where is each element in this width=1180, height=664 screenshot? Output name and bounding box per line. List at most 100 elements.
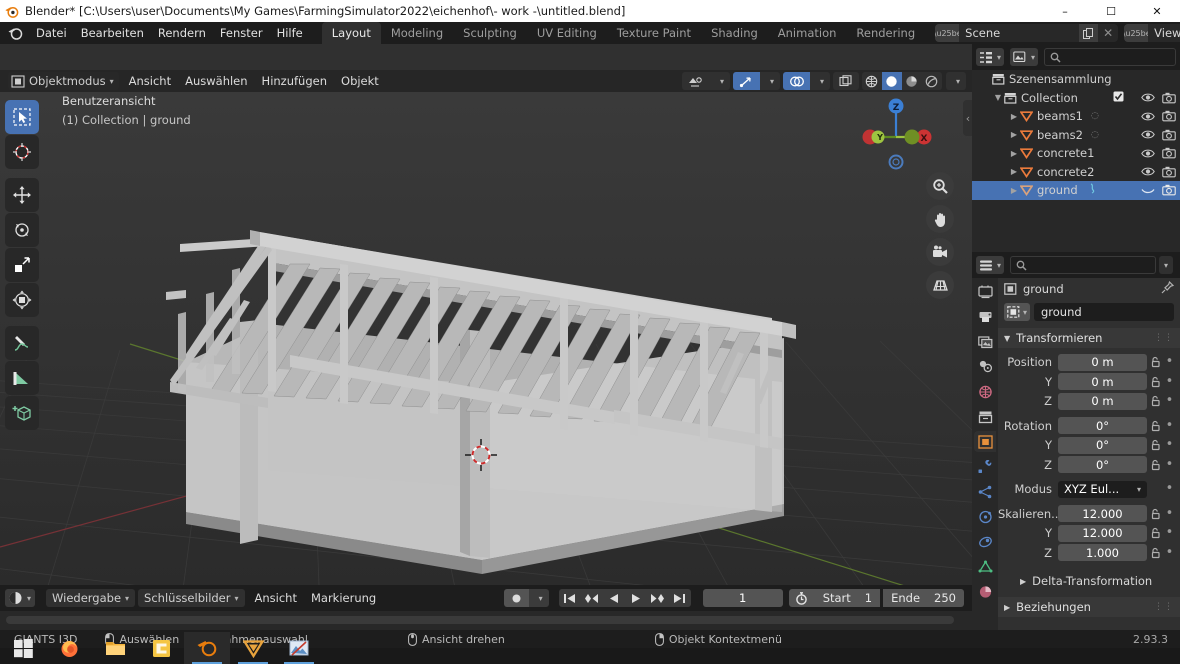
- lock-icon[interactable]: [1147, 420, 1163, 432]
- position-y-field[interactable]: 0 m: [1058, 373, 1147, 390]
- object-mode-dropdown[interactable]: Objektmodus ▾: [8, 72, 119, 90]
- panel-grip-icon[interactable]: ⋮⋮: [1154, 602, 1174, 612]
- viewport-menu-objekt[interactable]: Objekt: [334, 72, 386, 90]
- play-reverse-button[interactable]: [603, 589, 625, 607]
- animate-dot[interactable]: •: [1163, 507, 1176, 520]
- windows-start-icon[interactable]: [0, 632, 46, 664]
- lock-icon[interactable]: [1147, 395, 1163, 407]
- camera-icon[interactable]: [1162, 129, 1176, 141]
- camera-icon[interactable]: [1162, 147, 1176, 159]
- animate-dot[interactable]: •: [1163, 355, 1176, 368]
- prev-keyframe-button[interactable]: [581, 589, 603, 607]
- pin-icon[interactable]: [1161, 280, 1175, 297]
- tab-data-icon[interactable]: [974, 556, 996, 577]
- disclosure-icon[interactable]: ▶: [1008, 130, 1020, 139]
- gizmo-dropdown[interactable]: ▾: [759, 72, 780, 90]
- window-close-button[interactable]: ✕: [1134, 0, 1180, 22]
- tab-layout[interactable]: Layout: [321, 22, 381, 44]
- rotation-mode-dropdown[interactable]: XYZ Eul... ▾: [1058, 480, 1147, 498]
- shading-material-button[interactable]: [901, 72, 922, 90]
- animate-dot[interactable]: •: [1163, 419, 1176, 432]
- animate-dot[interactable]: •: [1163, 482, 1176, 495]
- animate-dot[interactable]: •: [1163, 458, 1176, 471]
- outliner-row-collection[interactable]: ▼ Collection: [972, 89, 1180, 108]
- tab-rendering[interactable]: Rendering: [846, 22, 925, 44]
- blender-app-icon[interactable]: [7, 25, 23, 41]
- xray-toggle-button[interactable]: [832, 72, 859, 90]
- scale-z-field[interactable]: 1.000: [1058, 544, 1147, 561]
- shading-solid-button[interactable]: [881, 72, 902, 90]
- outliner-row-beams2[interactable]: ▶ beams2 ◌: [972, 126, 1180, 145]
- tab-render-icon[interactable]: [974, 306, 996, 327]
- grid-icon[interactable]: [926, 271, 954, 299]
- camera-icon[interactable]: [1162, 92, 1176, 104]
- animate-dot[interactable]: •: [1163, 526, 1176, 539]
- menu-rendern[interactable]: Rendern: [151, 24, 213, 42]
- sticky-notes-icon[interactable]: [138, 632, 184, 664]
- move-tool[interactable]: [5, 178, 39, 212]
- eye-icon[interactable]: [1141, 148, 1155, 159]
- disclosure-icon[interactable]: ▶: [1008, 149, 1020, 158]
- timeline-menu-ansicht[interactable]: Ansicht: [248, 589, 304, 607]
- jump-to-end-button[interactable]: [669, 589, 691, 607]
- auto-keying-button[interactable]: [503, 589, 529, 607]
- overlays-dropdown[interactable]: ▾: [809, 72, 830, 90]
- tab-modifier-icon[interactable]: [974, 456, 996, 477]
- viewport-menu-hinzufuegen[interactable]: Hinzufügen: [255, 72, 334, 90]
- scene-id-block[interactable]: \u25be Scene ✕: [935, 24, 1119, 42]
- firefox-icon[interactable]: [46, 632, 92, 664]
- timeline-menu-markierung[interactable]: Markierung: [304, 589, 383, 607]
- viewport-3d-canvas[interactable]: Benutzeransicht (1) Collection | ground: [0, 92, 972, 585]
- select-box-tool[interactable]: [5, 100, 39, 134]
- view-layer-id-block[interactable]: \u25be View Layer ✕: [1124, 24, 1180, 42]
- relations-panel-header[interactable]: ▶ Beziehungen ⋮⋮: [998, 597, 1180, 617]
- navigation-gizmo[interactable]: Z X Y: [856, 92, 936, 172]
- outliner-editor-type-dropdown[interactable]: ▾: [976, 48, 1005, 66]
- shading-rendered-button[interactable]: [921, 72, 942, 90]
- eye-icon[interactable]: [1141, 111, 1155, 122]
- menu-hilfe[interactable]: Hilfe: [270, 24, 310, 42]
- end-frame-field[interactable]: Ende 250: [883, 589, 964, 607]
- object-datablock-icon[interactable]: ▾: [1004, 303, 1030, 321]
- animate-dot[interactable]: •: [1163, 438, 1176, 451]
- rotate-tool[interactable]: [5, 213, 39, 247]
- scale-x-field[interactable]: 12.000: [1058, 505, 1147, 522]
- lock-icon[interactable]: [1147, 508, 1163, 520]
- object-type-visibility-button[interactable]: [681, 72, 710, 90]
- camera-icon[interactable]: [1162, 184, 1176, 196]
- menu-fenster[interactable]: Fenster: [213, 24, 270, 42]
- disclosure-icon[interactable]: ▶: [1008, 186, 1020, 195]
- tab-world-icon[interactable]: [974, 406, 996, 427]
- position-z-field[interactable]: 0 m: [1058, 392, 1147, 410]
- outliner-search-input[interactable]: [1044, 48, 1176, 66]
- use-preview-range-button[interactable]: [788, 589, 815, 607]
- properties-filter-dropdown[interactable]: ▾: [1158, 256, 1173, 274]
- delta-transform-subpanel[interactable]: ▶ Delta-Transformation: [998, 571, 1180, 591]
- lock-icon[interactable]: [1147, 527, 1163, 539]
- properties-search-input[interactable]: [1010, 256, 1156, 274]
- auto-keying-dropdown[interactable]: ▾: [528, 589, 549, 607]
- shading-wireframe-button[interactable]: [861, 72, 882, 90]
- photo-editor-icon[interactable]: [276, 632, 322, 664]
- tab-view-layer-icon[interactable]: [974, 356, 996, 377]
- camera-icon[interactable]: [1162, 110, 1176, 122]
- object-type-visibility-dropdown[interactable]: ▾: [709, 72, 730, 90]
- zoom-icon[interactable]: [926, 172, 954, 200]
- rotation-x-field[interactable]: 0°: [1058, 417, 1147, 434]
- animate-dot[interactable]: •: [1163, 394, 1176, 407]
- scale-tool[interactable]: [5, 248, 39, 282]
- outliner-row-ground[interactable]: ▶ ground: [972, 181, 1180, 200]
- tab-uv-editing[interactable]: UV Editing: [527, 22, 607, 44]
- eye-closed-icon[interactable]: [1141, 185, 1155, 196]
- lock-icon[interactable]: [1147, 376, 1163, 388]
- add-cube-tool[interactable]: [5, 396, 39, 430]
- window-maximize-button[interactable]: ☐: [1088, 0, 1134, 22]
- show-overlays-button[interactable]: [782, 72, 810, 90]
- shading-dropdown[interactable]: ▾: [945, 72, 966, 90]
- giants-editor-icon[interactable]: [230, 632, 276, 664]
- menu-bearbeiten[interactable]: Bearbeiten: [74, 24, 151, 42]
- tab-sculpting[interactable]: Sculpting: [453, 22, 527, 44]
- eye-icon[interactable]: [1141, 92, 1155, 103]
- lock-icon[interactable]: [1147, 547, 1163, 559]
- rotation-y-field[interactable]: 0°: [1058, 436, 1147, 454]
